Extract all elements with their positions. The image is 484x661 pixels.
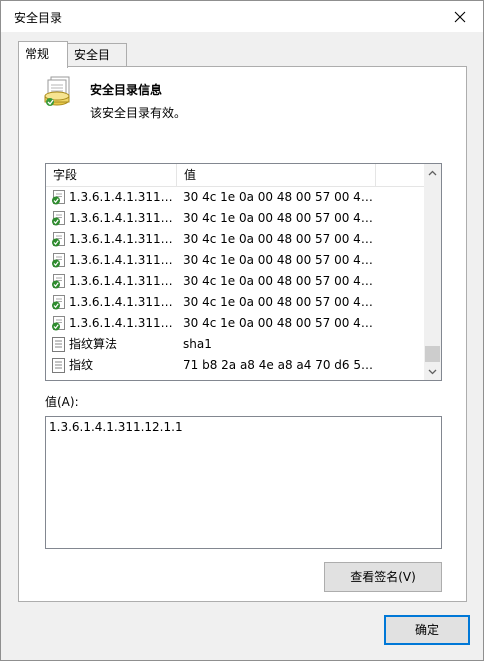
row-field: 1.3.6.1.4.1.311.1... (69, 211, 173, 225)
attribute-icon (52, 253, 65, 268)
list-row[interactable]: 1.3.6.1.4.1.311.1... 30 4c 1e 0a 00 48 00… (46, 208, 424, 229)
info-title: 安全目录信息 (90, 83, 163, 97)
ok-button[interactable]: 确定 (384, 615, 470, 645)
property-icon (52, 337, 65, 352)
general-tab-panel: 安全目录信息 该安全目录有效。 字段 值 1.3.6.1.4.1.311.1..… (18, 66, 467, 602)
row-value: 30 4c 1e 0a 00 48 00 57 00 49 ... (183, 190, 373, 204)
window-title: 安全目录 (14, 11, 63, 25)
row-value: 30 4c 1e 0a 00 48 00 57 00 49 ... (183, 253, 373, 267)
list-row[interactable]: 1.3.6.1.4.1.311.1... 30 4c 1e 0a 00 48 00… (46, 187, 424, 208)
list-row[interactable]: 1.3.6.1.4.1.311.1... 30 4c 1e 0a 00 48 00… (46, 250, 424, 271)
row-value: 30 4c 1e 0a 00 48 00 57 00 49 ... (183, 274, 373, 288)
row-field: 1.3.6.1.4.1.311.1... (69, 232, 173, 246)
security-catalog-icon (44, 76, 70, 106)
column-header-field[interactable]: 字段 (46, 164, 177, 187)
close-icon (454, 11, 466, 22)
scroll-down-button[interactable] (424, 363, 441, 380)
row-value: 30 4c 1e 0a 00 48 00 57 00 49 ... (183, 232, 373, 246)
row-field: 1.3.6.1.4.1.311.1... (69, 295, 173, 309)
list-row[interactable]: 指纹算法 sha1 (46, 334, 424, 355)
info-status: 该安全目录有效。 (90, 106, 187, 120)
title-bar: 安全目录 (1, 1, 483, 32)
list-scrollbar[interactable] (424, 164, 441, 380)
list-row[interactable]: 1.3.6.1.4.1.311.1... 30 4c 1e 0a 00 48 00… (46, 292, 424, 313)
close-button[interactable] (437, 1, 483, 32)
row-field: 1.3.6.1.4.1.311.1... (69, 274, 173, 288)
attribute-icon (52, 211, 65, 226)
attribute-icon (52, 316, 65, 331)
value-textbox[interactable]: 1.3.6.1.4.1.311.12.1.1 (45, 416, 442, 549)
list-rows: 1.3.6.1.4.1.311.1... 30 4c 1e 0a 00 48 00… (46, 187, 424, 376)
row-value: 30 4c 1e 0a 00 48 00 57 00 49 ... (183, 316, 373, 330)
attribute-icon (52, 232, 65, 247)
row-value: 30 4c 1e 0a 00 48 00 57 00 49 ... (183, 211, 373, 225)
list-row[interactable]: 1.3.6.1.4.1.311.1... 30 4c 1e 0a 00 48 00… (46, 271, 424, 292)
field-list[interactable]: 字段 值 1.3.6.1.4.1.311.1... 30 4c 1e 0a 00 … (45, 163, 442, 381)
column-header-value[interactable]: 值 (177, 164, 376, 187)
row-value: 30 4c 1e 0a 00 48 00 57 00 49 ... (183, 295, 373, 309)
security-catalog-dialog: 安全目录 常规 安全目录 安全目录信息 该安全目录有效。 字段 值 (0, 0, 484, 661)
view-signature-button[interactable]: 查看签名(V) (324, 562, 442, 592)
list-row[interactable]: 1.3.6.1.4.1.311.1... 30 4c 1e 0a 00 48 00… (46, 229, 424, 250)
scroll-up-button[interactable] (424, 164, 441, 181)
list-header: 字段 值 (46, 164, 424, 187)
row-value: 71 b8 2a a8 4e a8 a4 70 d6 5a... (183, 358, 373, 372)
row-field: 1.3.6.1.4.1.311.1... (69, 316, 173, 330)
list-row[interactable]: 1.3.6.1.4.1.311.1... 30 4c 1e 0a 00 48 00… (46, 313, 424, 334)
attribute-icon (52, 274, 65, 289)
chevron-down-icon (428, 369, 437, 374)
attribute-icon (52, 295, 65, 310)
chevron-up-icon (428, 170, 437, 175)
tab-security-catalog[interactable]: 安全目录 (67, 43, 127, 82)
row-field: 指纹 (69, 358, 94, 372)
row-value: sha1 (183, 337, 212, 351)
value-label: 值(A): (45, 395, 79, 409)
row-field: 指纹算法 (69, 337, 118, 351)
row-field: 1.3.6.1.4.1.311.1... (69, 253, 173, 267)
attribute-icon (52, 190, 65, 205)
list-row[interactable]: 指纹 71 b8 2a a8 4e a8 a4 70 d6 5a... (46, 355, 424, 376)
row-field: 1.3.6.1.4.1.311.1... (69, 190, 173, 204)
scroll-thumb[interactable] (425, 346, 440, 362)
tab-general[interactable]: 常规 (18, 41, 68, 68)
property-icon (52, 358, 65, 373)
